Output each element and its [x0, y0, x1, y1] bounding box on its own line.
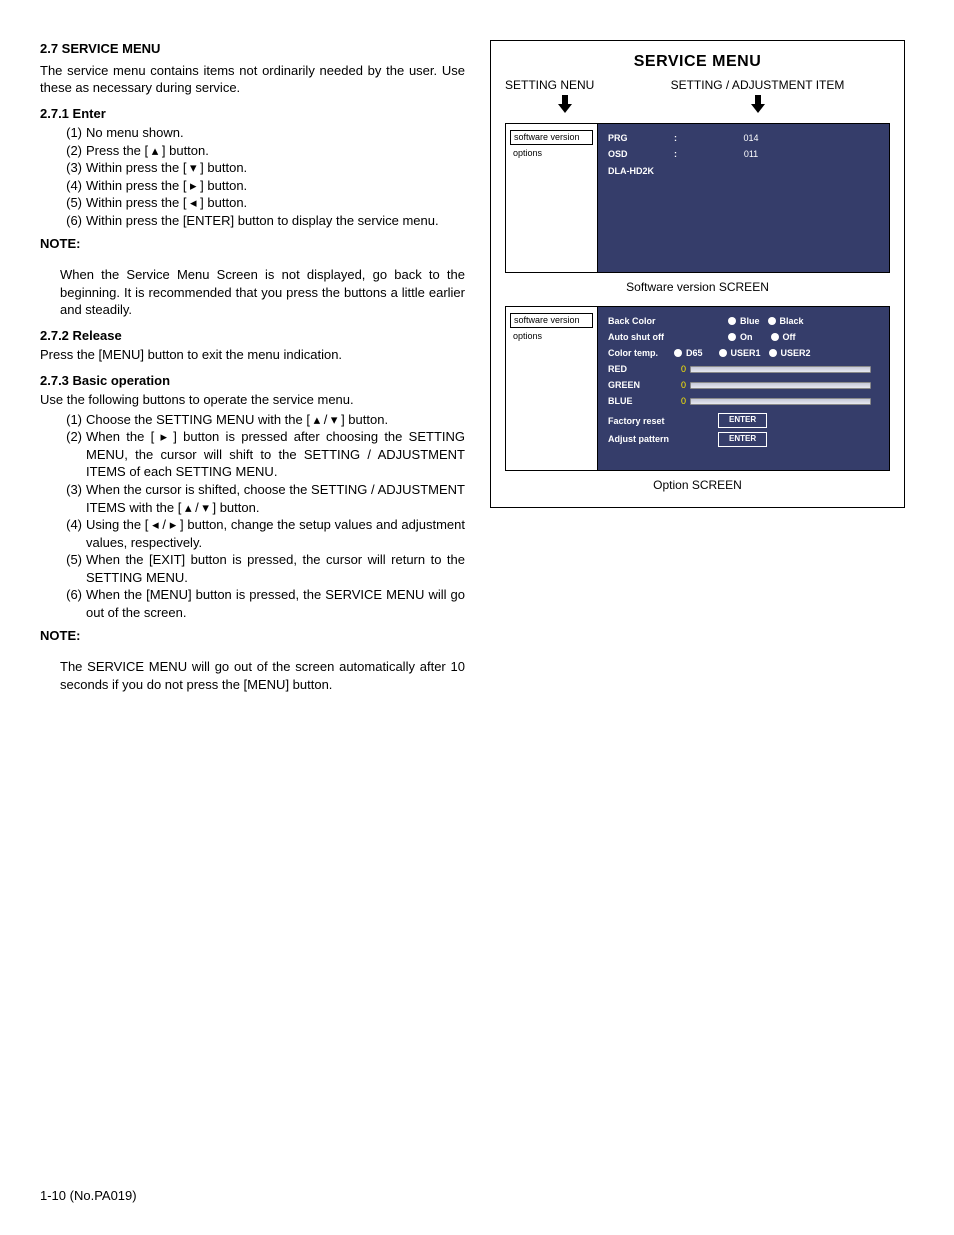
radio-user1: USER1	[719, 347, 761, 359]
enter-steps: (1)No menu shown. (2)Press the [ ▴ ] but…	[40, 124, 465, 229]
right-column: SERVICE MENU SETTING NENU SETTING / ADJU…	[490, 40, 905, 695]
section-2-7-intro: The service menu contains items not ordi…	[40, 62, 465, 97]
option-screen: Back Color Blue Black Auto shut off On O…	[598, 307, 889, 470]
sidebar: software version options	[506, 124, 598, 272]
radio-d65: D65	[674, 347, 703, 359]
slider-track-icon	[690, 366, 871, 373]
sidebar-item-options: options	[510, 330, 593, 343]
section-2-7-3-lead: Use the following buttons to operate the…	[40, 391, 465, 409]
radio-off: Off	[771, 331, 796, 343]
radio-on: On	[728, 331, 753, 343]
software-version-panel: software version options PRG:014 OSD:011…	[505, 123, 890, 273]
screen2-caption: Option SCREEN	[505, 477, 890, 493]
enter-button: ENTER	[718, 413, 767, 428]
slider-track-icon	[690, 382, 871, 389]
down-arrow-icon	[625, 95, 890, 118]
software-version-screen: PRG:014 OSD:011 DLA-HD2K	[598, 124, 889, 272]
screen1-caption: Software version SCREEN	[505, 279, 890, 295]
left-column: 2.7 SERVICE MENU The service menu contai…	[40, 40, 465, 695]
option-panel: software version options Back Color Blue…	[505, 306, 890, 471]
section-2-7-title: 2.7 SERVICE MENU	[40, 40, 465, 58]
sidebar-item-software-version: software version	[510, 130, 593, 145]
radio-user2: USER2	[769, 347, 811, 359]
basic-op-steps: (1)Choose the SETTING MENU with the [ ▴ …	[40, 411, 465, 622]
service-menu-diagram: SERVICE MENU SETTING NENU SETTING / ADJU…	[490, 40, 905, 508]
page-footer: 1-10 (No.PA019)	[40, 1187, 137, 1205]
slider-red: RED 0	[608, 363, 879, 375]
sidebar-item-software-version: software version	[510, 313, 593, 328]
enter-button: ENTER	[718, 432, 767, 447]
sidebar-item-options: options	[510, 147, 593, 160]
section-2-7-1-title: 2.7.1 Enter	[40, 105, 465, 123]
step-text: No menu shown.	[86, 124, 465, 142]
section-2-7-3-title: 2.7.3 Basic operation	[40, 372, 465, 390]
note2-body: The SERVICE MENU will go out of the scre…	[60, 658, 465, 693]
sidebar: software version options	[506, 307, 598, 470]
slider-track-icon	[690, 398, 871, 405]
step-num: (1)	[60, 124, 86, 142]
diagram-title: SERVICE MENU	[505, 51, 890, 73]
note-body: When the Service Menu Screen is not disp…	[60, 266, 465, 319]
slider-blue: BLUE 0	[608, 395, 879, 407]
section-2-7-2-body: Press the [MENU] button to exit the menu…	[40, 346, 465, 364]
note-label: NOTE:	[40, 235, 465, 253]
note2-label: NOTE:	[40, 627, 465, 645]
radio-blue: Blue	[728, 315, 760, 327]
col-header-setting-menu: SETTING NENU	[505, 77, 625, 93]
radio-black: Black	[768, 315, 804, 327]
col-header-adjustment-item: SETTING / ADJUSTMENT ITEM	[625, 77, 890, 93]
section-2-7-2-title: 2.7.2 Release	[40, 327, 465, 345]
down-arrow-icon	[505, 95, 625, 118]
slider-green: GREEN 0	[608, 379, 879, 391]
